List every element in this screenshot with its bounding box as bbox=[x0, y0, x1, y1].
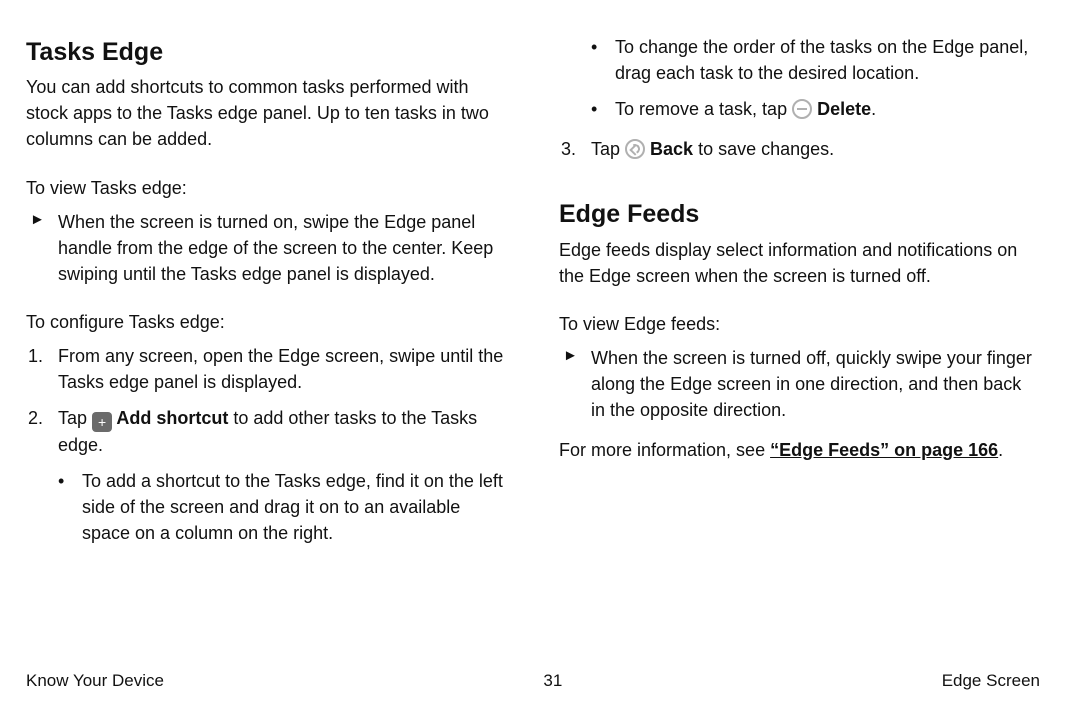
footer-left: Know Your Device bbox=[26, 669, 164, 694]
step-text: Tap + Add shortcut to add other tasks to… bbox=[58, 405, 507, 458]
more-info-pre: For more information, see bbox=[559, 440, 770, 460]
more-info: For more information, see “Edge Feeds” o… bbox=[559, 437, 1040, 463]
heading-tasks-edge: Tasks Edge bbox=[26, 34, 507, 70]
sub-bullet-remove: • To remove a task, tap Delete. bbox=[559, 96, 1040, 122]
more-info-post: . bbox=[998, 440, 1003, 460]
step3-pre: Tap bbox=[591, 139, 625, 159]
view-feeds-label: To view Edge feeds: bbox=[559, 311, 1040, 337]
add-shortcut-label: Add shortcut bbox=[112, 408, 228, 428]
step-text: From any screen, open the Edge screen, s… bbox=[58, 343, 507, 395]
edge-feeds-link[interactable]: “Edge Feeds” on page 166 bbox=[770, 440, 998, 460]
view-feeds-text: When the screen is turned off, quickly s… bbox=[591, 345, 1040, 423]
config-step-1: 1. From any screen, open the Edge screen… bbox=[26, 343, 507, 395]
bullet-dot-icon: • bbox=[591, 96, 615, 122]
footer-page-number: 31 bbox=[543, 669, 562, 694]
heading-edge-feeds: Edge Feeds bbox=[559, 196, 1040, 232]
remove-pre: To remove a task, tap bbox=[615, 99, 792, 119]
triangle-icon: ► bbox=[30, 209, 58, 287]
step2-pre: Tap bbox=[58, 408, 92, 428]
view-tasks-item: ► When the screen is turned on, swipe th… bbox=[26, 209, 507, 287]
step-number: 3. bbox=[559, 136, 591, 162]
configure-tasks-label: To configure Tasks edge: bbox=[26, 309, 507, 335]
bullet-dot-icon: • bbox=[591, 34, 615, 86]
view-tasks-label: To view Tasks edge: bbox=[26, 175, 507, 201]
footer-right: Edge Screen bbox=[942, 669, 1040, 694]
view-tasks-text: When the screen is turned on, swipe the … bbox=[58, 209, 507, 287]
delete-label: Delete bbox=[812, 99, 871, 119]
triangle-icon: ► bbox=[563, 345, 591, 423]
sub-bullet-add-shortcut: • To add a shortcut to the Tasks edge, f… bbox=[26, 468, 507, 546]
sub-bullet-text: To remove a task, tap Delete. bbox=[615, 96, 1040, 122]
config-step-2: 2. Tap + Add shortcut to add other tasks… bbox=[26, 405, 507, 458]
tasks-intro: You can add shortcuts to common tasks pe… bbox=[26, 74, 507, 152]
sub-bullet-reorder: • To change the order of the tasks on th… bbox=[559, 34, 1040, 86]
step-number: 2. bbox=[26, 405, 58, 458]
plus-icon: + bbox=[92, 412, 112, 432]
sub-bullet-text: To change the order of the tasks on the … bbox=[615, 34, 1040, 86]
remove-post: . bbox=[871, 99, 876, 119]
config-step-3: 3. Tap Back to save changes. bbox=[559, 136, 1040, 162]
step3-post: to save changes. bbox=[693, 139, 834, 159]
sub-bullet-text: To add a shortcut to the Tasks edge, fin… bbox=[82, 468, 507, 546]
right-column: • To change the order of the tasks on th… bbox=[559, 34, 1040, 547]
back-label: Back bbox=[645, 139, 693, 159]
view-feeds-item: ► When the screen is turned off, quickly… bbox=[559, 345, 1040, 423]
left-column: Tasks Edge You can add shortcuts to comm… bbox=[26, 34, 507, 547]
step-text: Tap Back to save changes. bbox=[591, 136, 1040, 162]
bullet-dot-icon: • bbox=[58, 468, 82, 546]
page-footer: Know Your Device 31 Edge Screen bbox=[26, 669, 1040, 694]
delete-icon bbox=[792, 99, 812, 119]
edge-feeds-intro: Edge feeds display select information an… bbox=[559, 237, 1040, 289]
back-icon bbox=[625, 139, 645, 159]
step-number: 1. bbox=[26, 343, 58, 395]
